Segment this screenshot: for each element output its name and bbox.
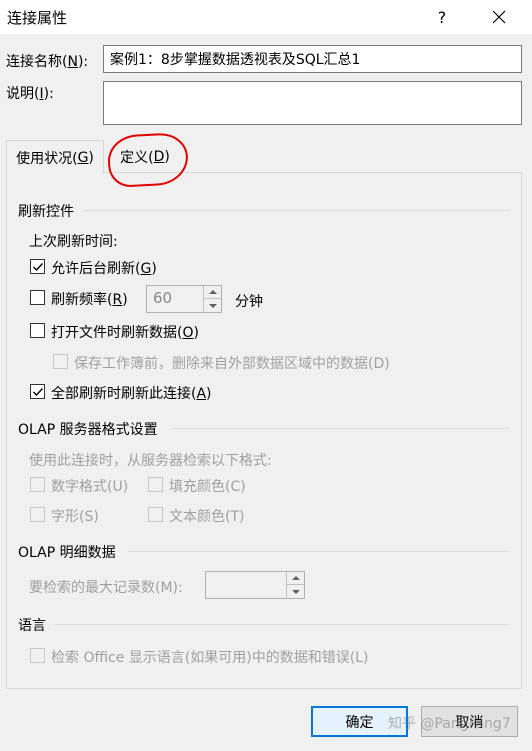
last-refresh-label: 上次刷新时间:	[29, 234, 118, 250]
spinner-down-button[interactable]	[204, 299, 221, 312]
refresh-frequency-checkbox[interactable]	[30, 290, 45, 305]
number-format-checkbox[interactable]	[30, 477, 45, 492]
refresh-frequency-label: 刷新频率(R)	[51, 292, 128, 308]
fill-color-label: 填充颜色(C)	[169, 479, 246, 495]
check-icon	[33, 388, 44, 397]
section-divider	[54, 624, 510, 625]
triangle-up-icon	[208, 290, 217, 294]
office-language-label: 检索 Office 显示语言(如果可用)中的数据和错误(L)	[51, 650, 369, 666]
number-format-label: 数字格式(U)	[51, 479, 129, 495]
description-label: 说明(I):	[6, 86, 54, 102]
refresh-frequency-spinner[interactable]: 60	[146, 285, 222, 313]
language-section-title: 语言	[18, 618, 46, 634]
olap-format-intro: 使用此连接时，从服务器检索以下格式:	[29, 453, 272, 469]
text-color-label: 文本颜色(T)	[169, 509, 245, 525]
max-records-label: 要检索的最大记录数(M):	[29, 580, 183, 596]
spinner-arrows	[203, 286, 221, 312]
check-icon	[33, 263, 44, 272]
remove-external-data-checkbox[interactable]	[53, 354, 68, 369]
max-records-spinner[interactable]	[205, 571, 305, 599]
minutes-unit: 分钟	[235, 294, 263, 310]
spinner-up-button[interactable]	[287, 572, 304, 585]
refresh-section-title: 刷新控件	[18, 204, 74, 220]
help-icon: ?	[437, 7, 447, 27]
remove-external-data-label: 保存工作簿前，删除来自外部数据区域中的数据(D)	[74, 356, 390, 372]
office-language-checkbox[interactable]	[30, 648, 45, 663]
section-divider	[128, 551, 510, 552]
olap-detail-section-title: OLAP 明细数据	[18, 545, 116, 561]
triangle-up-icon	[291, 576, 300, 580]
description-input[interactable]	[103, 81, 522, 125]
spinner-up-button[interactable]	[204, 286, 221, 299]
connection-name-input[interactable]: 案例1：8步掌握数据透视表及SQL汇总1	[103, 45, 522, 73]
section-divider	[84, 210, 510, 211]
section-divider	[172, 428, 510, 429]
font-style-label: 字形(S)	[51, 509, 99, 525]
tab-usage[interactable]: 使用状况(G)	[6, 140, 104, 174]
close-button[interactable]	[476, 0, 522, 34]
title-bar: 连接属性 ?	[0, 0, 532, 34]
triangle-down-icon	[291, 589, 300, 594]
fill-color-checkbox[interactable]	[148, 477, 163, 492]
text-color-checkbox[interactable]	[148, 507, 163, 522]
font-style-checkbox[interactable]	[30, 507, 45, 522]
refresh-on-open-checkbox[interactable]	[30, 323, 45, 338]
spinner-down-button[interactable]	[287, 585, 304, 598]
connection-name-label: 连接名称(N):	[6, 54, 89, 70]
refresh-all-label: 全部刷新时刷新此连接(A)	[51, 386, 212, 402]
window-title: 连接属性	[7, 9, 68, 27]
spinner-arrows	[286, 572, 304, 598]
triangle-down-icon	[208, 303, 217, 308]
watermark: 知乎 @PangFang7	[388, 716, 511, 732]
background-refresh-label: 允许后台刷新(G)	[51, 261, 157, 277]
refresh-frequency-value: 60	[153, 289, 173, 307]
close-icon	[492, 10, 506, 24]
refresh-all-checkbox[interactable]	[30, 384, 45, 399]
olap-format-section-title: OLAP 服务器格式设置	[18, 422, 158, 438]
refresh-on-open-label: 打开文件时刷新数据(O)	[51, 325, 199, 341]
help-button[interactable]: ?	[420, 0, 464, 34]
background-refresh-checkbox[interactable]	[30, 259, 45, 274]
